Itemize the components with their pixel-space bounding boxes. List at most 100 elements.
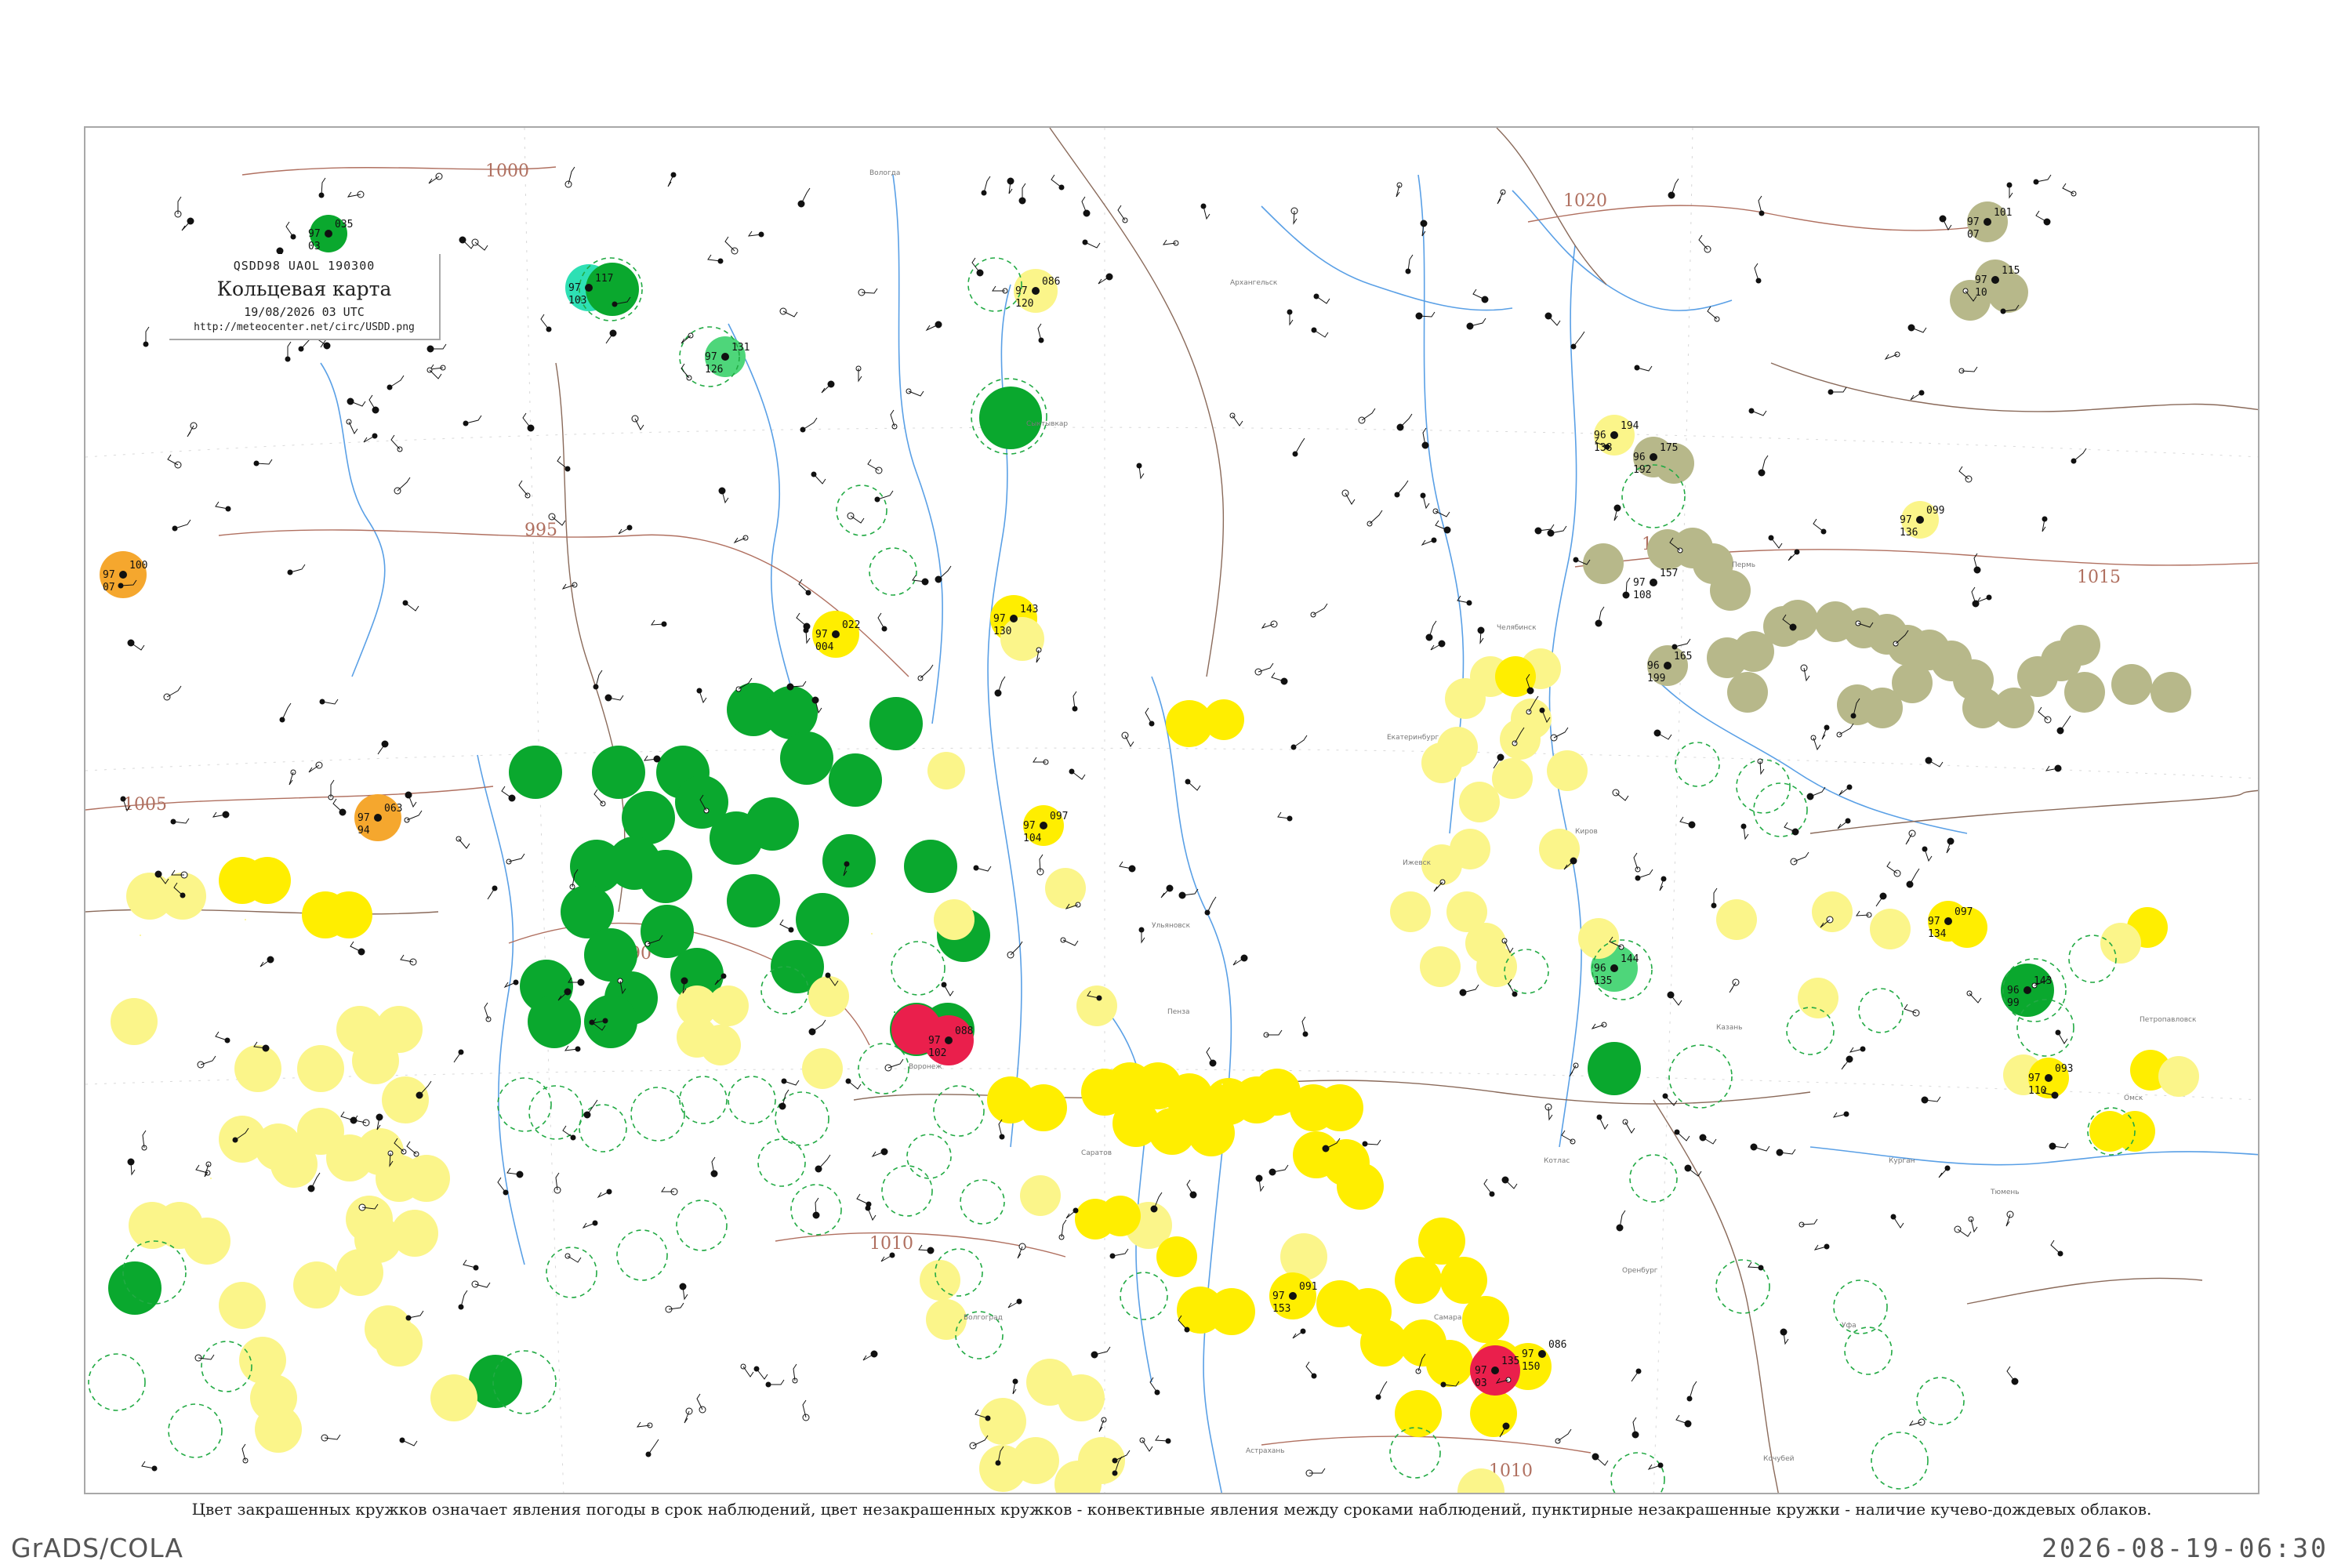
wind-barb [1751,410,1767,416]
wind-barb [1758,195,1762,214]
station-name-label: Уфа [1842,1322,1857,1330]
station-dewpoint: 103 [568,295,586,307]
station-circle [210,1178,212,1179]
station-pressure: 165 [1674,651,1692,662]
station-pressure: 143 [2034,975,2052,987]
station-dot [119,571,127,579]
wind-barb [1497,191,1504,205]
station-circle [382,1076,429,1123]
station-circle [829,753,882,807]
cb-ring [881,1165,933,1217]
station-dewpoint: 94 [358,825,370,837]
station-dewpoint: 153 [1272,1303,1290,1315]
wind-barb [1396,480,1409,495]
cb-ring [546,1247,597,1298]
wind-barb [308,764,320,773]
wind-barb [1301,1016,1306,1035]
station-dewpoint: 07 [103,582,115,593]
isobar-line [1261,1436,1592,1454]
station-dewpoint: 102 [928,1047,946,1059]
station-temperature: 97 [358,812,370,824]
station-dot [1032,287,1040,295]
wind-barb [605,332,614,344]
map-url[interactable]: http://meteocenter.net/circ/USDD.png [169,321,439,333]
station-dot [1991,276,1999,284]
wind-barb [1399,413,1413,428]
wind-barb [1187,781,1201,791]
station-circle [1337,1163,1384,1210]
station-dot [2045,1074,2053,1082]
isobar-label: 1000 [485,162,529,181]
wind-barb [998,1119,1003,1138]
wind-barb [1788,551,1798,561]
station-circle [2111,664,2152,705]
station-name-label: Котлас [1544,1157,1570,1165]
wind-barb [1364,1139,1381,1145]
station-circle [802,1048,843,1089]
station-circle [245,919,246,920]
station-circle [934,899,975,940]
station-circle [1716,899,1757,940]
wind-barb [681,335,691,344]
wind-barb [1619,1210,1626,1229]
station-dot [1650,453,1657,461]
wind-barb [1207,896,1217,913]
station-circle [1578,918,1619,959]
station-dot [1664,662,1671,670]
station-circle [1020,1084,1067,1131]
station-pressure: 093 [2055,1063,2073,1075]
station-circle [1547,750,1588,791]
wind-barb [880,1254,893,1262]
station-circle [1459,782,1500,822]
station-circle [920,1260,960,1301]
station-pressure: 097 [1955,906,1973,918]
wind-barb [484,1002,489,1020]
wind-barb [800,187,811,205]
station-circle [808,976,849,1017]
cb-ring [775,1091,829,1146]
station-circle [1588,1042,1641,1095]
station-circle [336,1249,383,1296]
station-pressure: 175 [1660,442,1678,454]
wind-barb [733,537,746,544]
wind-barb [648,1439,659,1455]
station-circle [2060,625,2100,666]
cb-ring [960,1179,1005,1225]
station-name-label: Екатеринбург [1387,734,1439,742]
wind-barb [1837,820,1849,829]
station-pressure: 115 [2002,265,2020,277]
station-temperature: 97 [1522,1348,1534,1360]
map-title-box: QSDD98 UAOL 190300 Кольцевая карта 19/08… [169,254,441,340]
cb-ring [967,257,1022,312]
station-dewpoint: 99 [2007,997,2020,1009]
wind-barb [1186,1179,1194,1196]
wind-barb [1071,771,1086,780]
station-circle [234,1045,281,1092]
wind-barb [586,1099,598,1116]
station-name-label: Петропавловск [2140,1016,2197,1024]
station-temperature: 97 [815,629,828,641]
station-circle [586,263,639,316]
station-temperature: 97 [568,282,581,294]
wind-barb [1160,887,1171,898]
station-circle [1395,1390,1442,1437]
isobar-line [218,529,909,677]
wind-barb [1098,276,1110,285]
station-name-label: Пенза [1167,1008,1190,1016]
wind-barb [460,1290,468,1308]
station-circle [1870,909,1911,949]
station-dot [1010,615,1018,622]
station-circle [1812,891,1853,932]
wind-barb [1573,331,1585,347]
wind-barb [618,527,630,535]
station-temperature: 96 [1647,660,1660,672]
cb-ring [933,1085,985,1137]
station-temperature: 97 [1475,1365,1487,1377]
station-circle [871,933,873,935]
station-circle [1076,985,1117,1026]
wind-barb [1910,392,1922,401]
station-circle [677,1017,717,1058]
wind-barb [1294,437,1305,455]
wind-barb [1841,1058,1850,1070]
wind-barb [142,1130,147,1149]
